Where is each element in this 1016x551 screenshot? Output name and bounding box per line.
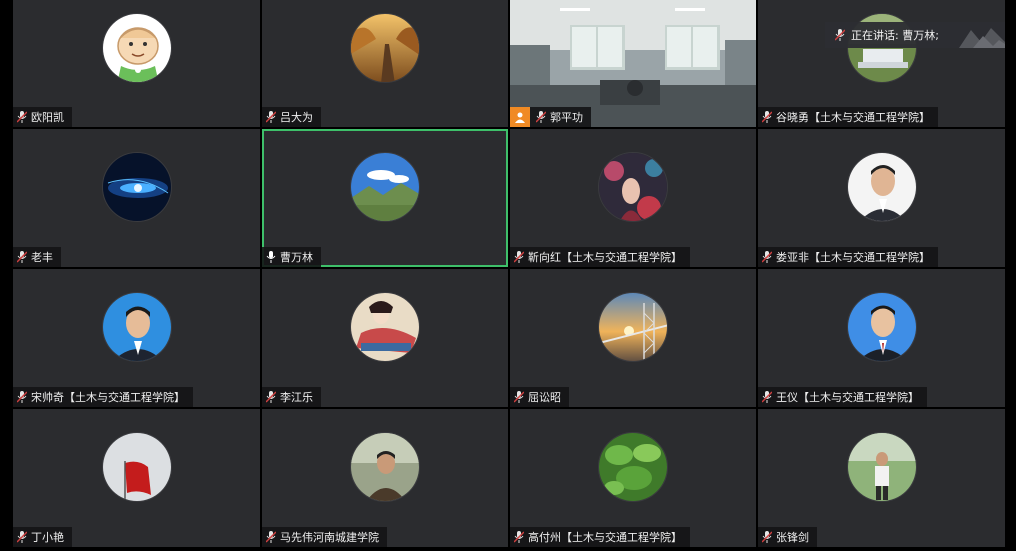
participant-name: 高付州【土木与交通工程学院】 <box>528 531 682 544</box>
mic-muted-icon <box>17 391 27 403</box>
autumn-road-avatar <box>350 13 420 83</box>
man-park-avatar <box>846 432 917 502</box>
participant-name-tag: 屈讼昭 <box>510 387 569 407</box>
mountain-sky-avatar <box>350 152 420 222</box>
mic-muted-icon <box>514 531 524 543</box>
participant-name-tag: 宋帅奇【土木与交通工程学院】 <box>13 387 193 407</box>
mic-muted-icon <box>514 251 524 263</box>
participant-name-tag: 张锋剑 <box>758 527 817 547</box>
participant-tile-active-speaker[interactable]: 曹万林 <box>262 129 508 267</box>
participant-name: 马先伟河南城建学院 <box>280 531 379 544</box>
participant-name: 老丰 <box>31 251 53 264</box>
speaking-indicator: 正在讲话: 曹万林; <box>825 22 1005 48</box>
blue-sphere-avatar <box>101 152 172 222</box>
sunset-steel-avatar <box>598 292 668 362</box>
participant-name-tag: 郭平功 <box>510 107 591 127</box>
participant-name-tag: 靳向红【土木与交通工程学院】 <box>510 247 690 267</box>
participant-tile[interactable]: 王仪【土木与交通工程学院】 <box>758 269 1005 407</box>
participant-tile[interactable]: 马先伟河南城建学院 <box>262 409 508 547</box>
participant-tile[interactable]: 靳向红【土木与交通工程学院】 <box>510 129 756 267</box>
participant-name: 宋帅奇【土木与交通工程学院】 <box>31 391 185 404</box>
participant-tile[interactable]: 吕大为 <box>262 0 508 127</box>
participant-tile[interactable]: 娄亚非【土木与交通工程学院】 <box>758 129 1005 267</box>
participant-name: 曹万林 <box>280 251 313 264</box>
red-flag-avatar <box>101 432 172 502</box>
mic-muted-icon <box>266 391 276 403</box>
participant-name-tag: 王仪【土木与交通工程学院】 <box>758 387 927 407</box>
mic-muted-icon <box>835 29 845 41</box>
mic-muted-icon <box>762 251 772 263</box>
participant-tile[interactable]: 李江乐 <box>262 269 508 407</box>
participant-name: 李江乐 <box>280 391 313 404</box>
participant-name: 郭平功 <box>550 111 583 124</box>
participant-tile[interactable]: 屈讼昭 <box>510 269 756 407</box>
participant-name-tag: 娄亚非【土木与交通工程学院】 <box>758 247 938 267</box>
mic-muted-icon <box>514 391 524 403</box>
man-outdoor-avatar <box>350 432 420 502</box>
video-grid: 欧阳凯 吕大为 郭平功 谷晓勇【土木与交通工程学院】 老丰 曹万林 靳向红【土木… <box>13 0 1006 548</box>
participant-tile[interactable]: 老丰 <box>13 129 260 267</box>
participant-tile[interactable]: 丁小艳 <box>13 409 260 547</box>
participant-tile[interactable]: 欧阳凯 <box>13 0 260 127</box>
participant-tile[interactable]: 高付州【土木与交通工程学院】 <box>510 409 756 547</box>
mic-muted-icon <box>17 531 27 543</box>
participant-name-tag: 高付州【土木与交通工程学院】 <box>510 527 690 547</box>
man-suit-avatar <box>846 292 917 362</box>
mic-muted-icon <box>762 111 772 123</box>
green-leaves-avatar <box>598 432 668 502</box>
mic-muted-icon <box>266 111 276 123</box>
host-icon <box>510 107 530 127</box>
cartoon-baby-avatar <box>101 13 172 83</box>
participant-name-tag: 曹万林 <box>262 247 321 267</box>
participant-tile[interactable]: 张锋剑 <box>758 409 1005 547</box>
mic-muted-icon <box>762 531 772 543</box>
participant-name-tag: 丁小艳 <box>13 527 72 547</box>
participant-tile[interactable]: 宋帅奇【土木与交通工程学院】 <box>13 269 260 407</box>
man-portrait-avatar <box>846 152 917 222</box>
participant-name: 吕大为 <box>280 111 313 124</box>
participant-name: 靳向红【土木与交通工程学院】 <box>528 251 682 264</box>
participant-name-tag: 谷晓勇【土木与交通工程学院】 <box>758 107 938 127</box>
participant-name: 谷晓勇【土木与交通工程学院】 <box>776 111 930 124</box>
mic-muted-icon <box>266 531 276 543</box>
participant-name-tag: 吕大为 <box>262 107 321 127</box>
participant-tile[interactable]: 谷晓勇【土木与交通工程学院】 <box>758 0 1005 127</box>
mic-muted-icon <box>17 251 27 263</box>
man-blue-bg-avatar <box>101 292 172 362</box>
classical-painting-avatar <box>350 292 420 362</box>
participant-name-tag: 欧阳凯 <box>13 107 72 127</box>
participant-name: 欧阳凯 <box>31 111 64 124</box>
floral-portrait-avatar <box>598 152 668 222</box>
participant-tile[interactable]: 郭平功 <box>510 0 756 127</box>
speaking-label: 正在讲话: 曹万林; <box>851 29 939 42</box>
mic-on-icon <box>266 251 276 263</box>
participant-name-tag: 老丰 <box>13 247 61 267</box>
mic-muted-icon <box>17 111 27 123</box>
participant-name: 张锋剑 <box>776 531 809 544</box>
participant-name: 屈讼昭 <box>528 391 561 404</box>
participant-name-tag: 马先伟河南城建学院 <box>262 527 387 547</box>
participant-name: 娄亚非【土木与交通工程学院】 <box>776 251 930 264</box>
participant-name: 丁小艳 <box>31 531 64 544</box>
participant-name: 王仪【土木与交通工程学院】 <box>776 391 919 404</box>
mic-muted-icon <box>762 391 772 403</box>
participant-name-tag: 李江乐 <box>262 387 321 407</box>
wave-decoration-icon <box>959 28 1005 48</box>
mic-muted-icon <box>536 111 546 123</box>
